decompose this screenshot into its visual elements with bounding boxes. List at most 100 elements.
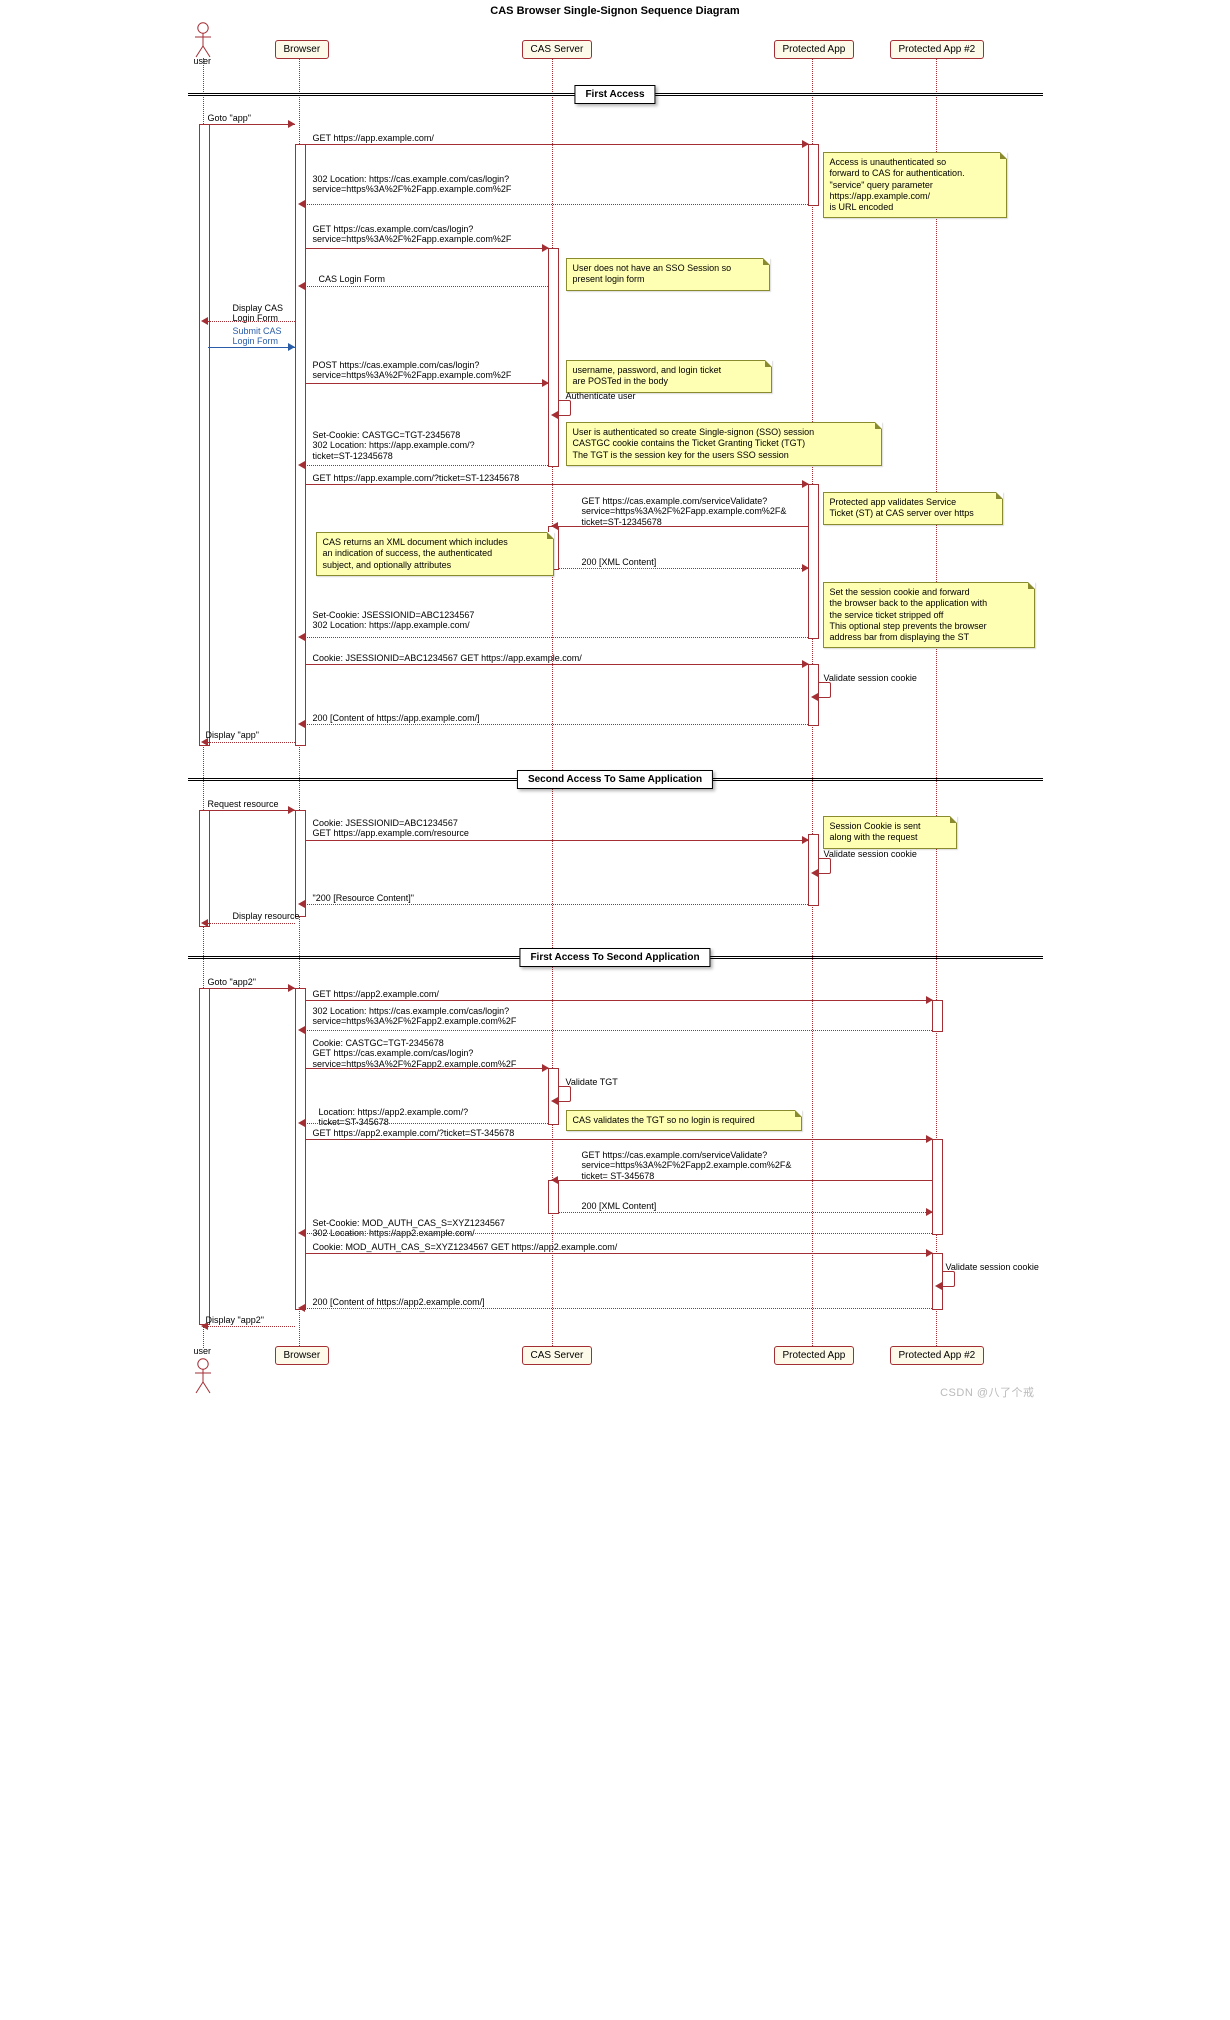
msg: Request resource [208,799,279,809]
browser-header: Browser [275,40,330,59]
msg: 200 [XML Content] [582,1201,657,1211]
sequence-diagram: CAS Browser Single-Signon Sequence Diagr… [188,0,1043,1404]
msg: CAS Login Form [319,274,386,284]
arrow [305,1308,932,1309]
user-actor-top [193,22,213,58]
divider-second: Second Access To Same Application [517,770,713,789]
msg: GET https://app.example.com/ [313,133,434,143]
bar-user-2 [199,810,210,927]
arrow [305,1123,548,1124]
msg: Location: https://app2.example.com/? tic… [319,1107,469,1128]
arrow [305,1030,932,1031]
bar-app-1b [808,484,819,639]
msg: 302 Location: https://cas.example.com/ca… [313,1006,517,1027]
arrow [208,321,295,322]
msg: GET https://cas.example.com/cas/login? s… [313,224,512,245]
msg: 302 Location: https://cas.example.com/ca… [313,174,512,195]
note: Protected app validates Service Ticket (… [823,492,1003,525]
note: Session Cookie is sent along with the re… [823,816,957,849]
bar-cas-3b [548,1180,559,1214]
msg: GET https://cas.example.com/serviceValid… [582,496,787,527]
arrow [558,526,808,527]
msg: Set-Cookie: MOD_AUTH_CAS_S=XYZ1234567 30… [313,1218,505,1239]
bar-browser-1 [295,144,306,746]
msg: Authenticate user [566,391,636,401]
msg: Validate TGT [566,1077,618,1087]
cas-footer: CAS Server [522,1346,593,1365]
divider-third: First Access To Second Application [519,948,710,967]
arrow [305,1068,548,1069]
arrow [558,568,808,569]
user-label-top: user [194,56,212,66]
arrow [208,742,295,743]
arrow [305,1233,932,1234]
watermark: CSDN @八了个戒 [940,1384,1034,1400]
diagram-title: CAS Browser Single-Signon Sequence Diagr… [188,5,1043,17]
arrow [305,465,548,466]
self-call [942,1271,955,1287]
msg: Validate session cookie [946,1262,1039,1272]
msg: Validate session cookie [824,673,917,683]
arrow [208,347,295,348]
arrow [558,1212,932,1213]
msg: Goto "app2" [208,977,256,987]
app-header: Protected App [774,40,855,59]
bar-cas-1a [548,248,559,467]
msg: Set-Cookie: JSESSIONID=ABC1234567 302 Lo… [313,610,475,631]
msg: GET https://app.example.com/?ticket=ST-1… [313,473,520,483]
msg: 200 [Content of https://app.example.com/… [313,713,480,723]
bar-user-3 [199,988,210,1325]
msg: GET https://app2.example.com/?ticket=ST-… [313,1128,515,1138]
note: username, password, and login ticket are… [566,360,772,393]
arrow [305,840,808,841]
msg: 200 [Content of https://app2.example.com… [313,1297,485,1307]
msg: POST https://cas.example.com/cas/login? … [313,360,512,381]
msg: Cookie: JSESSIONID=ABC1234567 GET https:… [313,818,469,839]
self-call [558,1086,571,1102]
msg: Set-Cookie: CASTGC=TGT-2345678 302 Locat… [313,430,475,461]
note: Set the session cookie and forward the b… [823,582,1035,648]
arrow [305,1253,932,1254]
arrow [305,724,808,725]
arrow [305,904,808,905]
app2-header: Protected App #2 [890,40,985,59]
arrow [208,810,295,811]
note: User does not have an SSO Session so pre… [566,258,770,291]
bar-browser-3 [295,988,306,1310]
note: Access is unauthenticated so forward to … [823,152,1007,218]
arrow [305,637,808,638]
user-label-bottom: user [194,1346,212,1356]
note: User is authenticated so create Single-s… [566,422,882,466]
divider-first: First Access [574,85,655,104]
user-actor-bottom [193,1358,213,1394]
arrow [305,248,548,249]
arrow [305,383,548,384]
arrow [305,144,808,145]
app2-footer: Protected App #2 [890,1346,985,1365]
arrow [208,124,295,125]
self-call [818,858,831,874]
arrow [305,286,548,287]
msg: 200 [XML Content] [582,557,657,567]
arrow [305,1139,932,1140]
arrow [305,664,808,665]
browser-footer: Browser [275,1346,330,1365]
msg: Cookie: CASTGC=TGT-2345678 GET https://c… [313,1038,517,1069]
self-call [558,400,571,416]
arrow [305,484,808,485]
arrow [558,1180,932,1181]
msg: Goto "app" [208,113,251,123]
msg: "200 [Resource Content]" [313,893,414,903]
arrow [305,204,808,205]
arrow [305,1000,932,1001]
msg: GET https://app2.example.com/ [313,989,439,999]
bar-app2-3b [932,1139,943,1235]
msg: Cookie: MOD_AUTH_CAS_S=XYZ1234567 GET ht… [313,1242,618,1252]
arrow [208,988,295,989]
self-call [818,682,831,698]
bar-app-1a [808,144,819,206]
app-footer: Protected App [774,1346,855,1365]
msg: Display "app" [206,730,259,740]
msg: GET https://cas.example.com/serviceValid… [582,1150,792,1181]
cas-header: CAS Server [522,40,593,59]
